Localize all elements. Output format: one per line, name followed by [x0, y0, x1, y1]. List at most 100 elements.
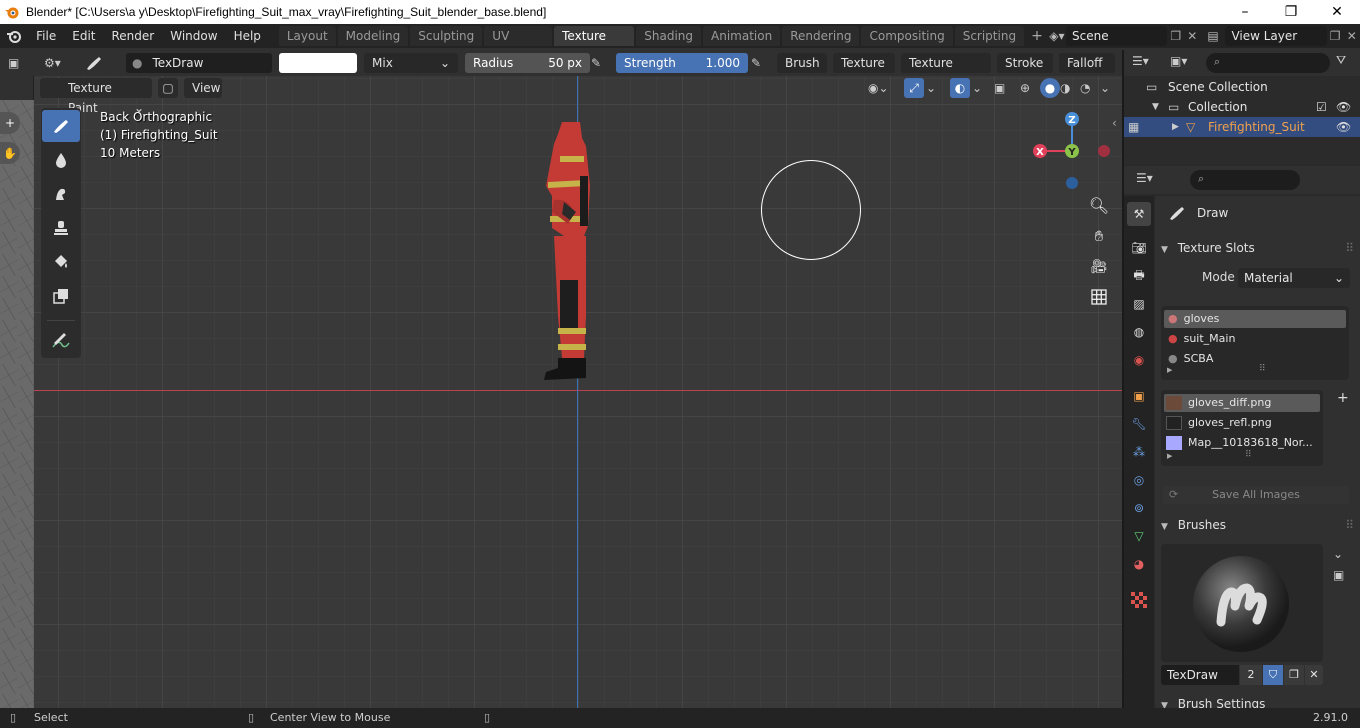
- tab-texture-paint[interactable]: Texture Paint: [554, 26, 635, 63]
- add-workspace-icon[interactable]: +: [1026, 28, 1048, 44]
- expand-list-icon[interactable]: ▶: [1167, 366, 1172, 374]
- brush-name-field[interactable]: ● TexDraw: [126, 53, 272, 73]
- object-visibility-icon[interactable]: 👁︎: [1336, 117, 1351, 137]
- minimize-button[interactable]: –: [1222, 0, 1268, 24]
- brush-datablock-field[interactable]: TexDraw: [1161, 665, 1239, 685]
- mode-dropdown[interactable]: Texture Paint ⌄: [40, 78, 152, 115]
- tool-tab-icon[interactable]: ⚒: [1127, 202, 1151, 226]
- duplicate-brush-icon[interactable]: ❐: [1284, 665, 1304, 685]
- list-resize-handle[interactable]: ⠿: [1259, 364, 1266, 374]
- outliner-editor-icon[interactable]: ☰▾: [1132, 54, 1149, 68]
- visibility-icon[interactable]: ◉⌄: [868, 78, 898, 98]
- brushes-drag-handle-icon[interactable]: ⠿: [1345, 514, 1354, 536]
- delete-view-layer-icon[interactable]: ✕: [1343, 29, 1360, 43]
- render-tab-icon[interactable]: 📷︎: [1127, 236, 1151, 260]
- view-layer-icon[interactable]: ▤: [1201, 29, 1226, 43]
- data-tab-icon[interactable]: ▽: [1127, 524, 1151, 548]
- zoom-view-icon[interactable]: 🔍︎: [1087, 193, 1111, 217]
- fake-user-shield-icon[interactable]: ⛉: [1263, 665, 1283, 685]
- material-shading-icon[interactable]: ◑: [1060, 78, 1080, 98]
- tool-settings-icon[interactable]: ⚙▾: [44, 53, 74, 73]
- blend-mode-dropdown[interactable]: Mix ⌄: [364, 53, 458, 73]
- outliner-row-scene-collection[interactable]: ▭ Scene Collection: [1124, 77, 1360, 97]
- maximize-button[interactable]: ❐: [1268, 0, 1314, 24]
- tab-sculpting[interactable]: Sculpting: [410, 26, 483, 46]
- view-layer-tab-icon[interactable]: ▨: [1127, 292, 1151, 316]
- collection-visibility-icon[interactable]: 👁︎: [1336, 97, 1351, 117]
- brush-tool-icon[interactable]: [84, 53, 106, 73]
- properties-editor-icon[interactable]: ☰▾: [1136, 171, 1153, 185]
- radius-pressure-icon[interactable]: ✎: [591, 53, 611, 73]
- menu-window[interactable]: Window: [162, 24, 225, 48]
- delete-scene-icon[interactable]: ✕: [1184, 29, 1201, 43]
- tab-modeling[interactable]: Modeling: [337, 26, 409, 46]
- view-layer-field[interactable]: View Layer: [1225, 26, 1327, 46]
- outliner-row-firefighting-suit[interactable]: ▦ ▶ ▽ Firefighting_Suit 👁︎: [1124, 117, 1360, 137]
- texture-tab-icon[interactable]: [1127, 588, 1151, 612]
- xray-icon[interactable]: ▣: [994, 78, 1008, 98]
- menu-help[interactable]: Help: [226, 24, 269, 48]
- collection-checkbox[interactable]: ☑: [1316, 97, 1327, 117]
- paint-mask-toggle-icon[interactable]: ▢: [158, 78, 178, 98]
- gizmo-dropdown-icon[interactable]: ⌄: [926, 78, 940, 98]
- object-tab-icon[interactable]: ▣: [1127, 384, 1151, 408]
- tab-rendering[interactable]: Rendering: [782, 26, 860, 46]
- texture-dropdown[interactable]: Texture ⌄: [833, 53, 895, 90]
- outliner-search-input[interactable]: ⌕: [1206, 53, 1330, 73]
- sidebar-toggle-icon[interactable]: ‹: [1112, 116, 1117, 130]
- add-image-icon[interactable]: +: [1337, 390, 1349, 406]
- brush-preview[interactable]: [1161, 544, 1323, 662]
- gizmo-toggle-icon[interactable]: ⤢: [904, 78, 924, 98]
- mode-dropdown-panel[interactable]: Material ⌄: [1238, 268, 1350, 288]
- tab-uv-editing[interactable]: UV Editing: [484, 26, 553, 63]
- overlays-toggle-icon[interactable]: ◐: [950, 78, 970, 98]
- expand-object-icon[interactable]: ▶: [1172, 117, 1179, 137]
- wireframe-shading-icon[interactable]: ⊕: [1020, 78, 1040, 98]
- annotate-tool-button[interactable]: [42, 324, 80, 356]
- list-item[interactable]: ● SCBA: [1164, 350, 1346, 368]
- brush-preview-dropdown-icon[interactable]: ⌄: [1333, 547, 1343, 561]
- editor-type-icon[interactable]: ▣: [8, 53, 28, 73]
- drag-handle-icon[interactable]: ⠿: [1345, 237, 1354, 259]
- falloff-dropdown[interactable]: Falloff ⌄: [1059, 53, 1115, 90]
- constraints-tab-icon[interactable]: ⊚: [1127, 496, 1151, 520]
- expand-collection-icon[interactable]: ▼: [1152, 97, 1159, 117]
- strength-slider[interactable]: Strength 1.000: [616, 53, 748, 73]
- draw-tool-button[interactable]: [42, 110, 80, 142]
- tab-compositing[interactable]: Compositing: [861, 26, 953, 46]
- new-view-layer-icon[interactable]: ❐: [1327, 29, 1344, 43]
- scene-icon[interactable]: ◈▾: [1048, 29, 1066, 43]
- scene-tab-icon[interactable]: ◍: [1127, 320, 1151, 344]
- display-mode-icon[interactable]: ▣▾: [1170, 54, 1187, 68]
- soften-tool-button[interactable]: [42, 144, 80, 176]
- brush-dropdown[interactable]: Brush ⌄: [777, 53, 827, 90]
- navigation-gizmo[interactable]: Z X Y: [1028, 108, 1118, 198]
- mask-tool-button[interactable]: [42, 280, 80, 312]
- radius-slider[interactable]: Radius 50 px: [465, 53, 590, 73]
- shading-dropdown-icon[interactable]: ⌄: [1100, 78, 1114, 98]
- expand-image-list-icon[interactable]: ▶: [1167, 452, 1172, 460]
- texture-slots-header[interactable]: ▼ Texture Slots ⠿: [1155, 237, 1360, 259]
- brush-settings-header[interactable]: ▼ Brush Settings: [1155, 695, 1360, 709]
- image-list-resize-handle[interactable]: ⠿: [1245, 450, 1252, 460]
- menu-file[interactable]: File: [28, 24, 64, 48]
- brush-image-icon[interactable]: ▣: [1333, 568, 1344, 582]
- menu-render[interactable]: Render: [104, 24, 163, 48]
- modifier-tab-icon[interactable]: 🔧︎: [1127, 412, 1151, 436]
- output-tab-icon[interactable]: 🖶︎: [1127, 264, 1151, 288]
- new-scene-icon[interactable]: ❐: [1167, 29, 1184, 43]
- menu-edit[interactable]: Edit: [64, 24, 103, 48]
- camera-view-icon[interactable]: 🎥︎: [1087, 255, 1111, 279]
- list-item[interactable]: gloves_diff.png: [1164, 394, 1320, 412]
- view-menu[interactable]: View: [184, 78, 222, 98]
- fill-tool-button[interactable]: [42, 246, 80, 278]
- brush-color-swatch[interactable]: [279, 53, 357, 73]
- pan-view-icon[interactable]: ✋︎: [1087, 224, 1111, 248]
- world-tab-icon[interactable]: ◉: [1127, 348, 1151, 372]
- list-item[interactable]: ● gloves: [1164, 310, 1346, 328]
- brushes-header[interactable]: ▼ Brushes ⠿: [1155, 514, 1360, 536]
- close-button[interactable]: ✕: [1314, 0, 1360, 24]
- smear-tool-button[interactable]: [42, 178, 80, 210]
- material-tab-icon[interactable]: ◕: [1127, 552, 1151, 576]
- filter-icon[interactable]: ⛛: [1336, 53, 1346, 68]
